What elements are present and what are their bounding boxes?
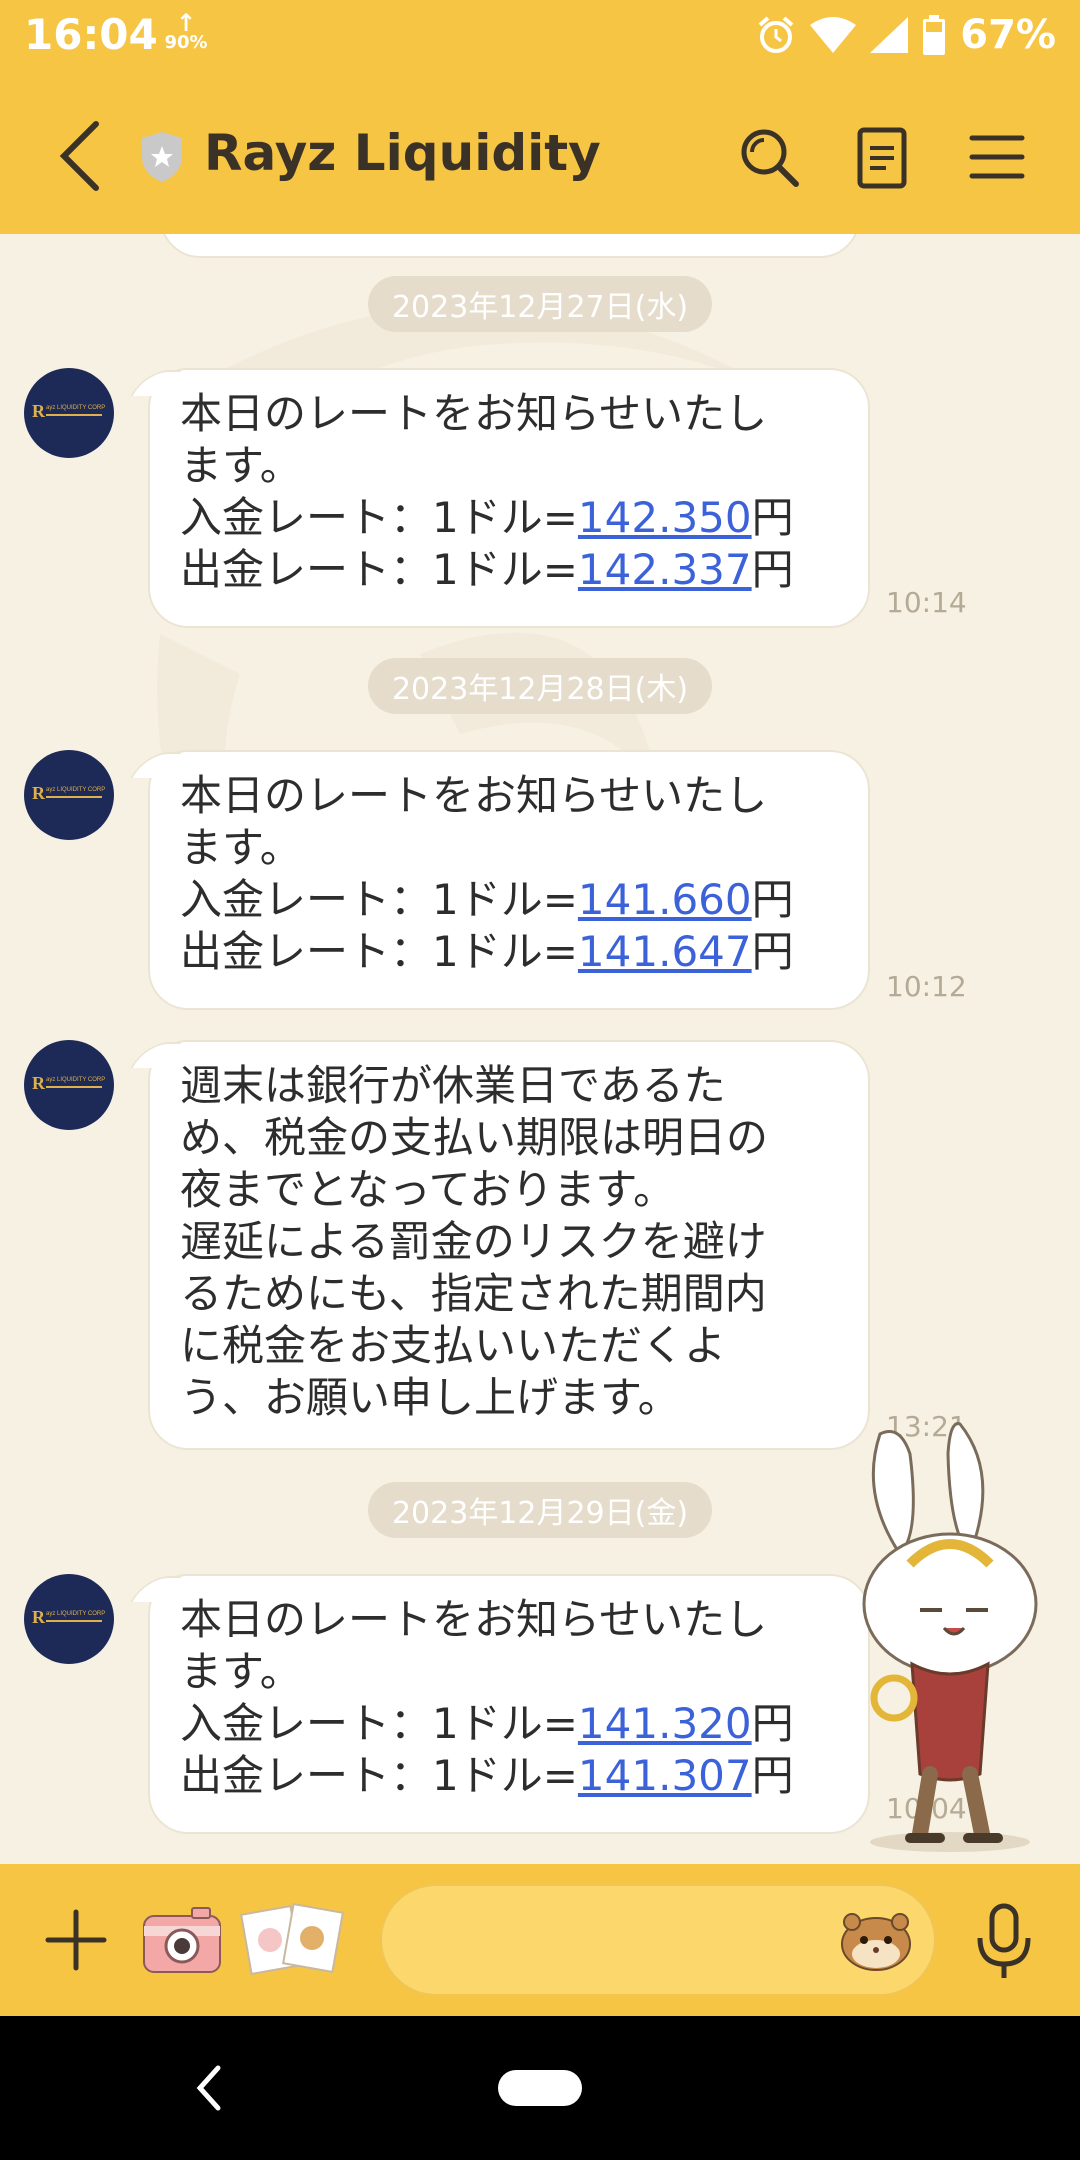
system-navigation-bar bbox=[0, 2016, 1080, 2160]
mic-icon[interactable] bbox=[972, 1902, 1036, 1982]
album-icon[interactable] bbox=[240, 1900, 344, 1980]
hamster-emoji-icon[interactable] bbox=[838, 1904, 914, 1974]
signal-icon bbox=[870, 17, 909, 53]
rate-link[interactable]: 142.350 bbox=[578, 493, 752, 542]
top-bar: 16:04 ↑ 90% 67% Rayz Liquidity bbox=[0, 0, 1080, 234]
company-logo: Rayz LIQUIDITY CORP bbox=[32, 1073, 106, 1093]
battery-icon bbox=[923, 15, 946, 55]
menu-icon[interactable] bbox=[962, 122, 1032, 192]
message-bubble[interactable]: 本日のレートをお知らせいたし ます。 入金レート：1ドル=142.350円 出金… bbox=[148, 368, 870, 628]
avatar[interactable]: Rayz LIQUIDITY CORP bbox=[24, 1040, 114, 1130]
company-logo: Rayz LIQUIDITY CORP bbox=[32, 783, 106, 803]
message-bubble[interactable]: 本日のレートをお知らせいたし ます。 入金レート：1ドル=141.320円 出金… bbox=[148, 1574, 870, 1834]
chat-title: Rayz Liquidity bbox=[204, 124, 601, 182]
previous-message-bubble bbox=[160, 234, 860, 258]
data-arrow-icon: ↑ bbox=[175, 9, 197, 37]
date-separator: 2023年12月27日(水) bbox=[368, 276, 712, 332]
rate-link[interactable]: 141.647 bbox=[578, 927, 752, 976]
alarm-icon bbox=[758, 16, 794, 53]
rate-link[interactable]: 141.660 bbox=[578, 875, 752, 924]
message-input-bar bbox=[0, 1864, 1080, 2016]
notes-icon[interactable] bbox=[846, 122, 916, 192]
message-time: 10:14 bbox=[886, 586, 967, 619]
message-line: 遅延による罰金のリスクを避け bbox=[180, 1217, 767, 1266]
shield-icon bbox=[142, 132, 182, 182]
rate-link[interactable]: 141.320 bbox=[578, 1699, 752, 1748]
message-line: 入金レート：1ドル=141.320円 bbox=[180, 1699, 794, 1748]
message-line: 夜までとなっております。 bbox=[180, 1165, 676, 1214]
avatar[interactable]: Rayz LIQUIDITY CORP bbox=[24, 368, 114, 458]
back-arrow-icon[interactable] bbox=[52, 118, 108, 194]
rate-link[interactable]: 141.307 bbox=[578, 1751, 752, 1800]
chat-area[interactable]: 2023年12月27日(水) Rayz LIQUIDITY CORP 本日のレー… bbox=[0, 234, 1080, 1864]
rabbit-sticker bbox=[862, 1422, 1038, 1852]
status-bar: 16:04 ↑ 90% 67% bbox=[0, 0, 1080, 80]
date-separator: 2023年12月28日(木) bbox=[368, 658, 712, 714]
company-logo: Rayz LIQUIDITY CORP bbox=[32, 1607, 106, 1627]
message-time: 10:12 bbox=[886, 970, 967, 1003]
home-pill-icon[interactable] bbox=[498, 2070, 582, 2106]
rate-link[interactable]: 142.337 bbox=[578, 545, 752, 594]
company-logo: Rayz LIQUIDITY CORP bbox=[32, 401, 106, 421]
message-line: 入金レート：1ドル=141.660円 bbox=[180, 875, 794, 924]
avatar[interactable]: Rayz LIQUIDITY CORP bbox=[24, 750, 114, 840]
message-line: う、お願い申し上げます。 bbox=[180, 1373, 680, 1422]
search-icon[interactable] bbox=[734, 122, 804, 192]
message-line: 週末は銀行が休業日であるた bbox=[180, 1061, 726, 1110]
wifi-icon bbox=[810, 17, 857, 53]
message-line: ます。 bbox=[180, 823, 302, 872]
data-percent: 90% bbox=[164, 32, 208, 53]
message-line: 出金レート：1ドル=141.307円 bbox=[180, 1751, 794, 1800]
message-bubble[interactable]: 本日のレートをお知らせいたし ます。 入金レート：1ドル=141.660円 出金… bbox=[148, 750, 870, 1010]
message-line: め、税金の支払い期限は明日の bbox=[180, 1113, 769, 1162]
message-line: 本日のレートをお知らせいたし bbox=[180, 1595, 768, 1644]
avatar[interactable]: Rayz LIQUIDITY CORP bbox=[24, 1574, 114, 1664]
message-line: に税金をお支払いいただくよ bbox=[180, 1321, 727, 1370]
status-time: 16:04 bbox=[24, 10, 158, 59]
message-line: 出金レート：1ドル=142.337円 bbox=[180, 545, 794, 594]
chat-header: Rayz Liquidity bbox=[0, 80, 1080, 234]
status-right-group: 67% bbox=[756, 12, 1056, 58]
message-line: ます。 bbox=[180, 441, 302, 490]
camera-icon[interactable] bbox=[140, 1902, 224, 1978]
message-line: 本日のレートをお知らせいたし bbox=[180, 771, 768, 820]
date-separator: 2023年12月29日(金) bbox=[368, 1482, 712, 1538]
message-line: 入金レート：1ドル=142.350円 bbox=[180, 493, 794, 542]
nav-back-icon[interactable] bbox=[190, 2060, 226, 2116]
message-bubble[interactable]: 週末は銀行が休業日であるた め、税金の支払い期限は明日の 夜までとなっております… bbox=[148, 1040, 870, 1450]
battery-percent: 67% bbox=[960, 12, 1056, 58]
message-line: るためにも、指定された期間内 bbox=[180, 1269, 767, 1318]
data-usage-indicator: ↑ 90% bbox=[164, 9, 208, 53]
message-line: 本日のレートをお知らせいたし bbox=[180, 389, 768, 438]
message-line: 出金レート：1ドル=141.647円 bbox=[180, 927, 794, 976]
message-line: ます。 bbox=[180, 1647, 302, 1696]
plus-icon[interactable] bbox=[44, 1908, 108, 1972]
